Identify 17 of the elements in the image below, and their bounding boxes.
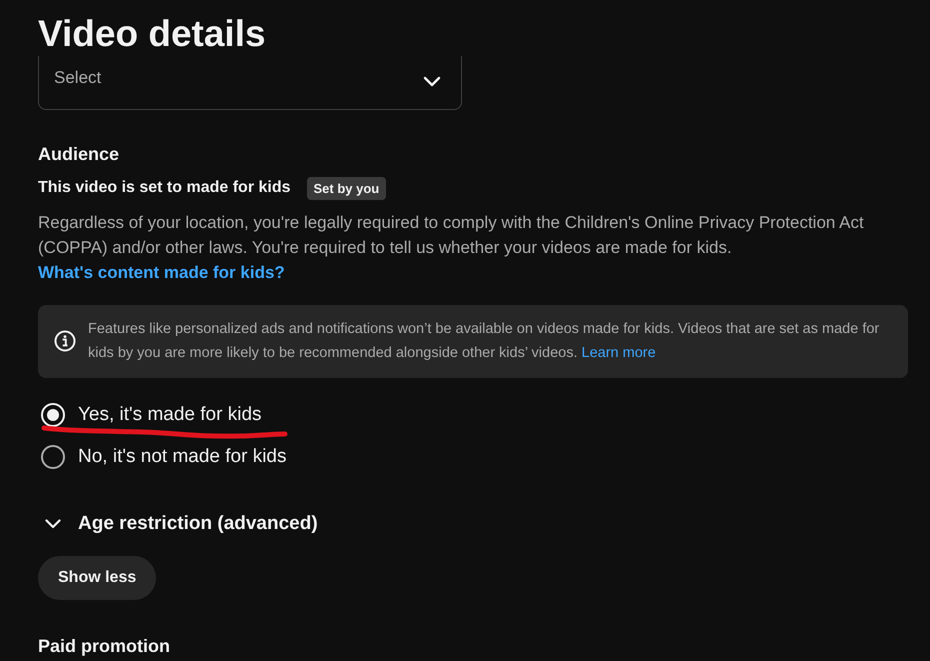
- radio-label[interactable]: No, it's not made for kids: [78, 446, 286, 468]
- chevron-down-icon: [423, 76, 441, 87]
- section-heading: Paid promotion: [38, 636, 170, 656]
- notice-text: Features like personalized ads and notifications won’t be available on videos made for kids. Videos that are set as made for kids by you are more likely to be recommended alongside other kids’ videos. Learn more: [88, 320, 880, 363]
- set-by-you-badge: Set by you: [306, 176, 386, 200]
- description-text: Regardless of your location, you're legally required to comply with the Children's Online Privacy Protection Act (COPPA) and/or other laws. You're required to tell us whether your videos are made for kids. What's content made for kids?: [38, 212, 865, 284]
- radio-label[interactable]: Yes, it's made for kids: [78, 404, 262, 426]
- section-heading: Audience: [38, 143, 120, 165]
- help-link[interactable]: What's content made for kids?: [38, 263, 285, 282]
- show-less-button[interactable]: Show less: [38, 556, 156, 600]
- audience-status-text: This video is set to made for kids: [38, 179, 291, 197]
- radio-button[interactable]: [41, 445, 65, 469]
- age-restriction-toggle[interactable]: Age restriction (advanced): [38, 504, 318, 544]
- dropdown-select[interactable]: Select: [38, 56, 462, 110]
- learn-more-link[interactable]: Learn more: [582, 345, 656, 361]
- info-icon: [54, 330, 76, 352]
- page-title: Video details: [38, 12, 266, 56]
